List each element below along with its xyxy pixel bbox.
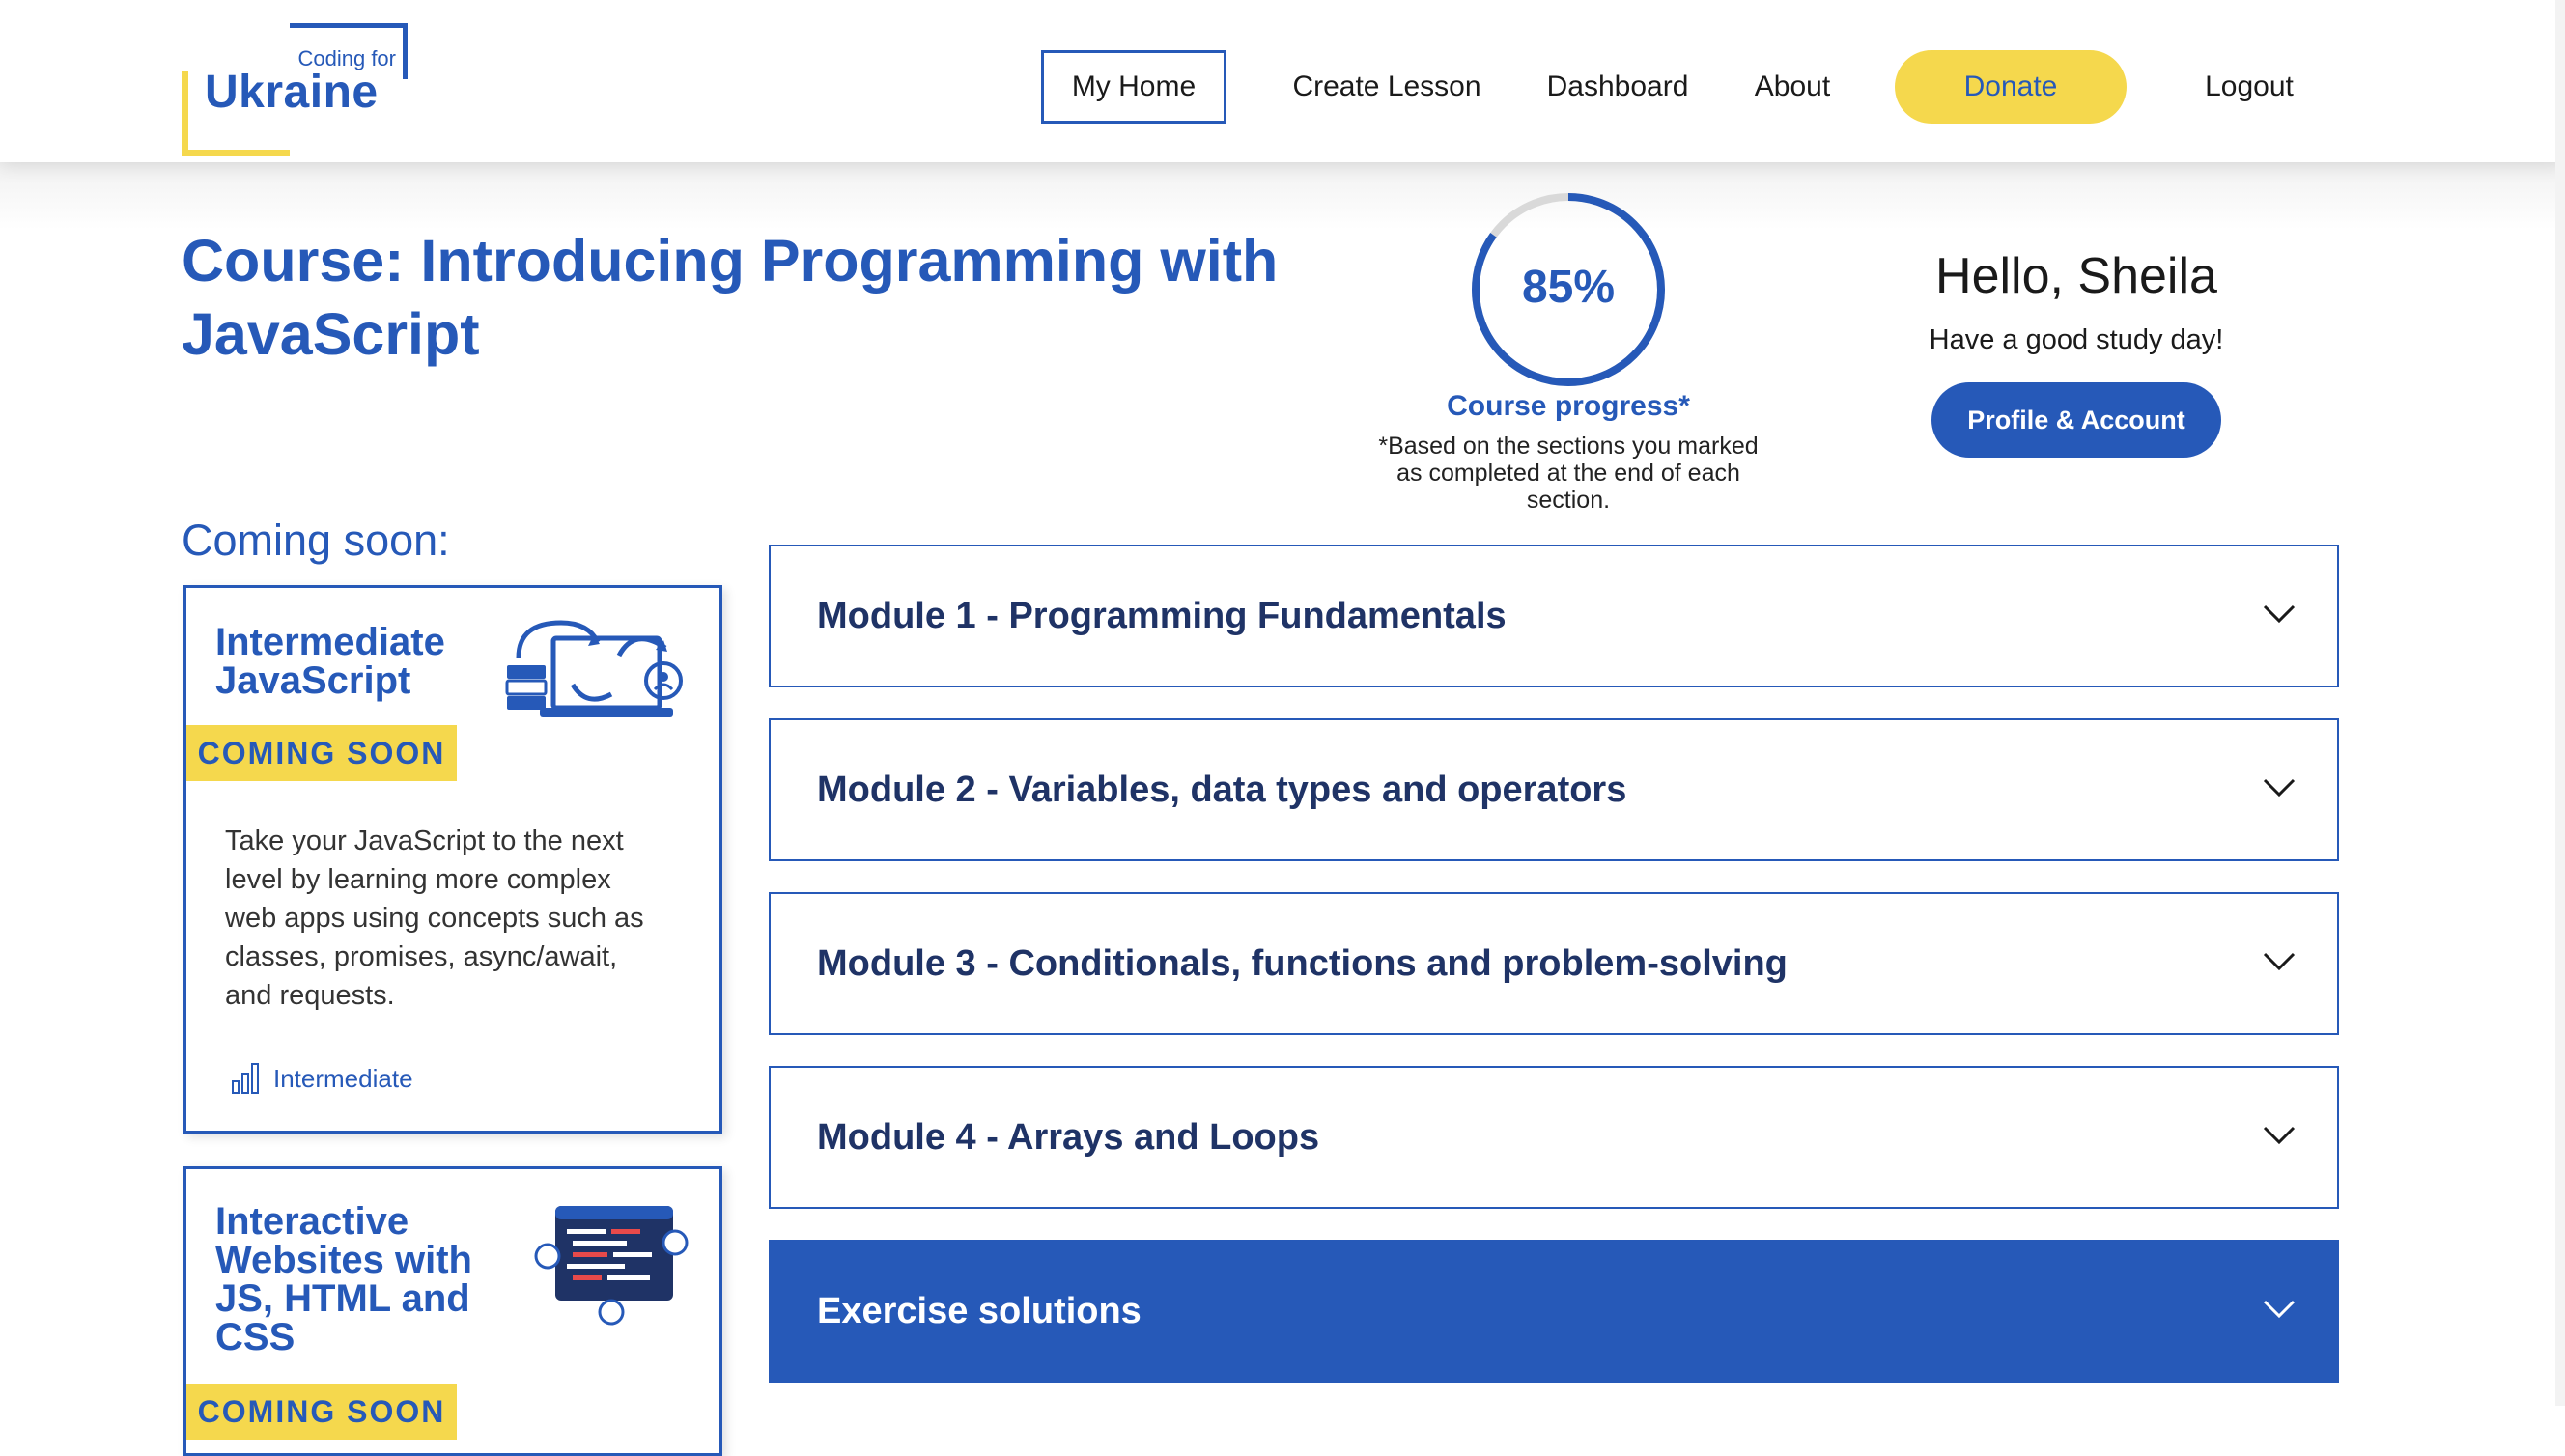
course-title: Course: Introducing Programming with Jav…	[182, 228, 1279, 367]
chevron-down-icon	[2263, 1126, 2296, 1145]
user-subgreeting: Have a good study day!	[1929, 324, 2224, 355]
user-greeting: Hello, Sheila	[1935, 248, 2217, 304]
bar-chart-icon	[232, 1063, 259, 1094]
logout-link[interactable]: Logout	[2177, 50, 2322, 124]
coming-soon-badge: COMING SOON	[186, 725, 457, 781]
module-title: Module 1 - Programming Fundamentals	[817, 595, 1507, 636]
course-card-interactive-websites[interactable]: Interactive Websites with JS, HTML and C…	[183, 1166, 722, 1456]
course-card-description: Take your JavaScript to the next level b…	[225, 826, 644, 1011]
course-card-title: Intermediate JavaScript	[215, 621, 445, 702]
progress-title: Course progress*	[1447, 390, 1690, 422]
laptop-sync-icon	[505, 620, 683, 717]
top-navigation-bar: Coding for Ukraine My Home Create Lesson…	[0, 0, 2565, 162]
nav-about[interactable]: About	[1738, 50, 1846, 124]
chevron-down-icon	[2263, 778, 2296, 798]
coding-for-ukraine-logo[interactable]: Coding for Ukraine	[182, 23, 409, 156]
chevron-down-icon	[2263, 604, 2296, 624]
module-title: Exercise solutions	[817, 1290, 1142, 1331]
module-accordion-1[interactable]: Module 1 - Programming Fundamentals	[769, 545, 2339, 687]
nav-dashboard[interactable]: Dashboard	[1536, 50, 1700, 124]
module-title: Module 3 - Conditionals, functions and p…	[817, 942, 1788, 984]
header-shadow	[0, 162, 2565, 230]
course-card-intermediate-javascript[interactable]: Intermediate JavaScript COMING SOON Take…	[183, 585, 722, 1134]
module-accordion-2[interactable]: Module 2 - Variables, data types and ope…	[769, 718, 2339, 861]
course-level-label: Intermediate	[273, 1063, 413, 1093]
donate-button[interactable]: Donate	[1895, 50, 2127, 124]
progress-percent: 85%	[1521, 262, 1616, 313]
progress-note: *Based on the sections you marked as com…	[1378, 433, 1759, 514]
window-edge	[2555, 0, 2565, 1406]
coming-soon-badge: COMING SOON	[186, 1384, 457, 1440]
module-title: Module 4 - Arrays and Loops	[817, 1116, 1320, 1158]
module-accordion-4[interactable]: Module 4 - Arrays and Loops	[769, 1066, 2339, 1209]
coming-soon-heading: Coming soon:	[182, 516, 450, 565]
code-window-icon	[534, 1206, 689, 1326]
exercise-solutions-accordion[interactable]: Exercise solutions	[769, 1240, 2339, 1383]
course-card-title: Interactive Websites with JS, HTML and C…	[215, 1200, 472, 1358]
nav-my-home[interactable]: My Home	[1041, 50, 1226, 124]
logo-big-text: Ukraine	[205, 67, 379, 118]
chevron-down-icon	[2263, 1300, 2296, 1319]
nav-create-lesson[interactable]: Create Lesson	[1273, 50, 1501, 124]
chevron-down-icon	[2263, 952, 2296, 971]
profile-account-button[interactable]: Profile & Account	[1931, 382, 2221, 458]
module-accordion-3[interactable]: Module 3 - Conditionals, functions and p…	[769, 892, 2339, 1035]
module-title: Module 2 - Variables, data types and ope…	[817, 769, 1627, 810]
course-level: Intermediate	[231, 1059, 413, 1098]
